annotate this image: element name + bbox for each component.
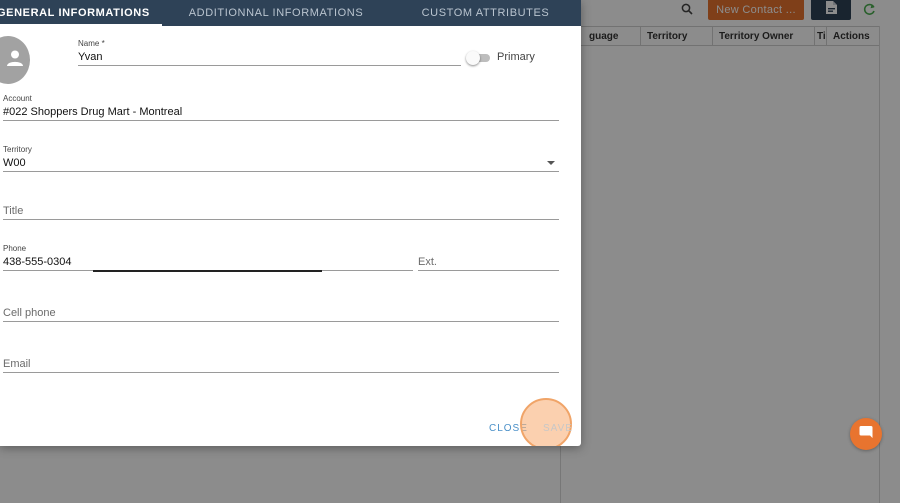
click-indicator	[520, 398, 572, 446]
save-button[interactable]: SAVE	[540, 423, 576, 434]
title-underline	[3, 219, 559, 220]
name-input[interactable]: Yvan	[78, 49, 461, 65]
territory-select[interactable]: Territory W00	[3, 145, 559, 172]
primary-toggle[interactable]	[466, 51, 492, 65]
territory-underline	[3, 171, 559, 172]
dialog-tab-bar: GENERAL INFORMATIONS ADDITIONNAL INFORMA…	[0, 0, 581, 26]
territory-label: Territory	[3, 145, 32, 154]
cell-phone-field[interactable]: Cell phone	[3, 305, 559, 322]
chevron-down-icon[interactable]	[547, 161, 555, 165]
account-input[interactable]: #022 Shoppers Drug Mart - Montreal	[3, 104, 559, 120]
primary-label: Primary	[497, 51, 535, 63]
tab-custom-attributes[interactable]: CUSTOM ATTRIBUTES	[390, 0, 581, 26]
chat-icon	[859, 425, 873, 444]
email-field[interactable]: Email	[3, 356, 559, 373]
user-avatar-icon	[6, 49, 24, 72]
contact-avatar[interactable]	[0, 36, 30, 84]
phone-label: Phone	[3, 244, 27, 253]
account-field[interactable]: Account #022 Shoppers Drug Mart - Montre…	[3, 94, 559, 121]
ext-field[interactable]: Ext.	[418, 254, 559, 271]
territory-value[interactable]: W00	[3, 155, 559, 171]
phone-input[interactable]: 438-555-0304	[3, 254, 413, 270]
title-input[interactable]: Title	[3, 203, 559, 219]
ext-underline	[418, 270, 559, 271]
email-underline	[3, 372, 559, 373]
tab-additionnal-informations[interactable]: ADDITIONNAL INFORMATIONS	[162, 0, 390, 26]
ext-input[interactable]: Ext.	[418, 254, 559, 270]
phone-field[interactable]: Phone 438-555-0304	[3, 244, 413, 271]
name-field[interactable]: Name * Yvan	[78, 39, 461, 66]
contact-edit-dialog: GENERAL INFORMATIONS ADDITIONNAL INFORMA…	[0, 0, 581, 446]
cell-phone-underline	[3, 321, 559, 322]
account-label: Account	[3, 94, 32, 103]
primary-toggle-knob	[466, 51, 480, 65]
name-underline	[78, 65, 461, 66]
tab-general-informations[interactable]: GENERAL INFORMATIONS	[0, 0, 162, 26]
phone-focus-indicator	[93, 270, 322, 272]
title-field[interactable]: Title	[3, 203, 559, 220]
chat-button[interactable]	[850, 418, 882, 450]
cell-phone-input[interactable]: Cell phone	[3, 305, 559, 321]
name-label: Name *	[78, 39, 105, 48]
account-underline	[3, 120, 559, 121]
email-input[interactable]: Email	[3, 356, 559, 372]
